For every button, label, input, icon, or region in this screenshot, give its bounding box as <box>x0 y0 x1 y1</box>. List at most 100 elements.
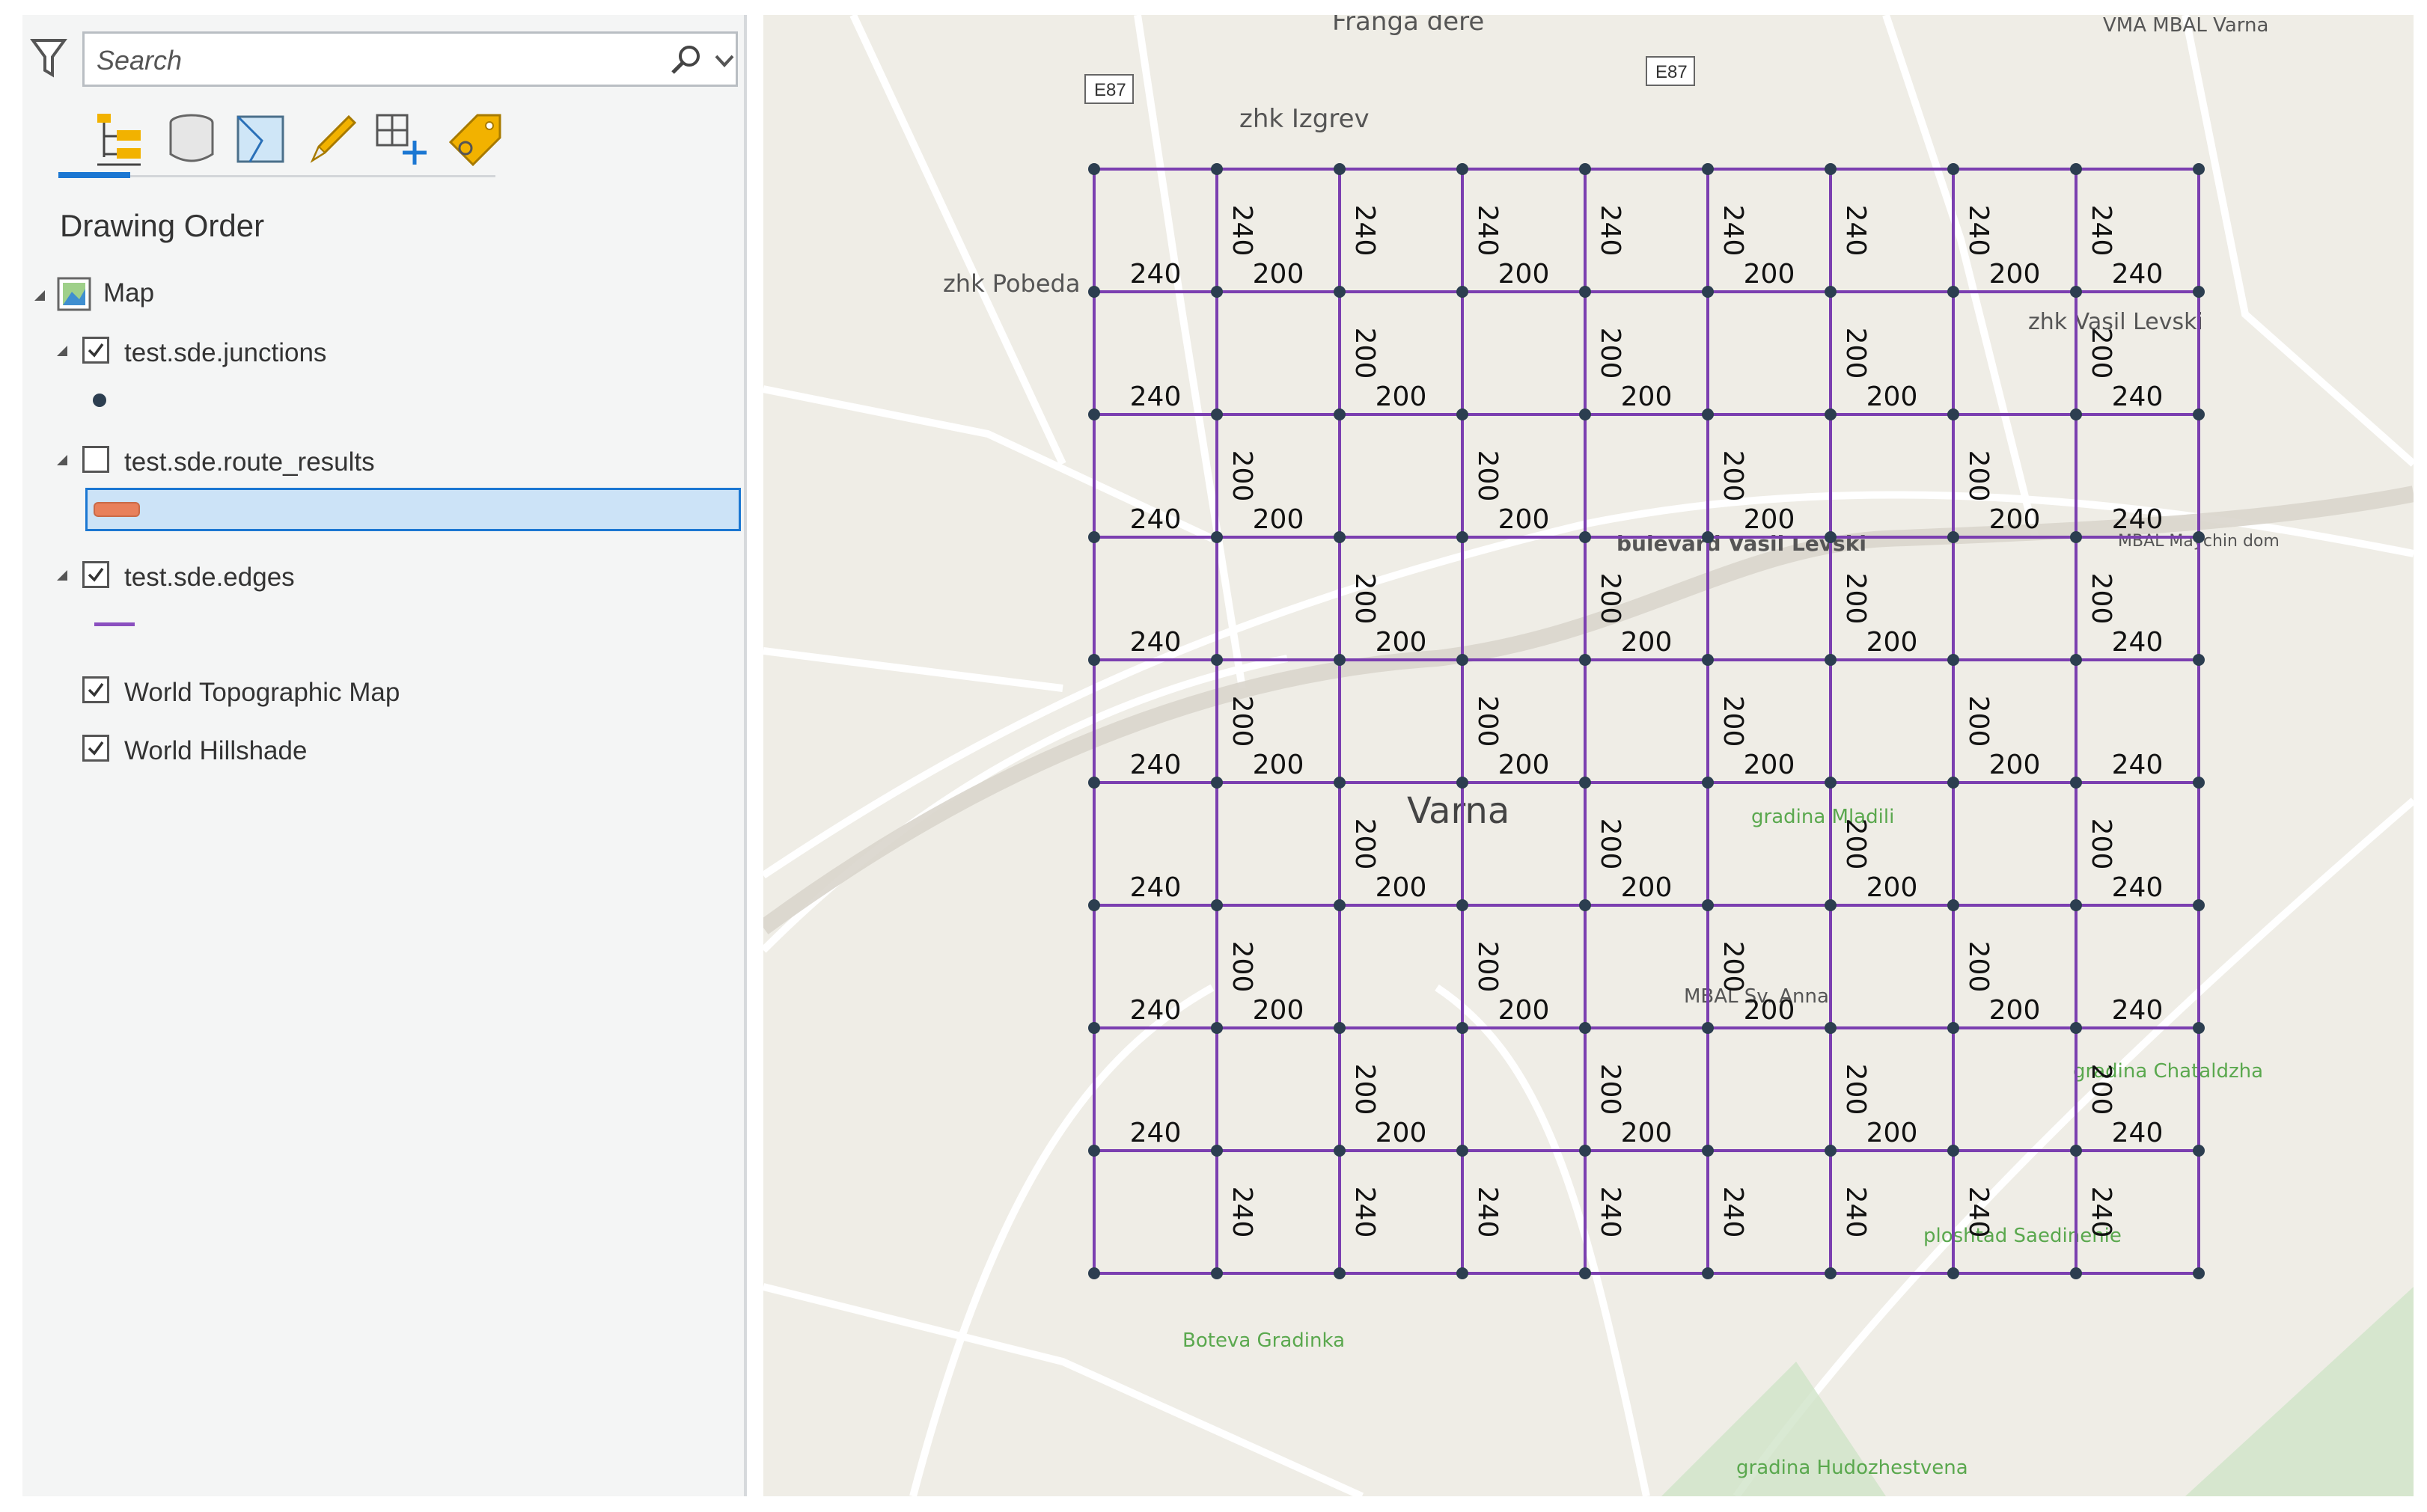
snapping-icon[interactable] <box>373 111 430 168</box>
junction-point[interactable] <box>1702 163 1714 175</box>
junction-point[interactable] <box>1947 408 1959 420</box>
junction-point[interactable] <box>1947 1145 1959 1157</box>
junction-point[interactable] <box>1334 531 1346 543</box>
collapse-triangle-icon[interactable] <box>54 567 70 584</box>
junction-point[interactable] <box>1088 408 1100 420</box>
junction-point[interactable] <box>1947 286 1959 298</box>
search-input[interactable] <box>95 41 622 80</box>
junction-point[interactable] <box>1702 531 1714 543</box>
junction-point[interactable] <box>1211 1022 1223 1034</box>
junction-point[interactable] <box>2070 1267 2082 1279</box>
junction-point[interactable] <box>1825 531 1837 543</box>
junction-point[interactable] <box>2193 531 2205 543</box>
tree-row-map[interactable]: Map <box>22 269 696 314</box>
junction-point[interactable] <box>1456 163 1468 175</box>
collapse-triangle-icon[interactable] <box>31 287 48 304</box>
junction-point[interactable] <box>1211 899 1223 911</box>
junction-point[interactable] <box>2193 1145 2205 1157</box>
junction-point[interactable] <box>1211 286 1223 298</box>
layer-row-route-results[interactable]: test.sde.route_results <box>22 438 696 483</box>
junction-point[interactable] <box>2070 408 2082 420</box>
junction-point[interactable] <box>1211 531 1223 543</box>
junction-point[interactable] <box>2070 1145 2082 1157</box>
junction-point[interactable] <box>1211 654 1223 666</box>
junction-point[interactable] <box>1334 654 1346 666</box>
chevron-down-icon[interactable] <box>712 46 737 76</box>
junction-point[interactable] <box>1825 1022 1837 1034</box>
junction-point[interactable] <box>1702 1267 1714 1279</box>
junction-point[interactable] <box>1825 163 1837 175</box>
junction-point[interactable] <box>1088 654 1100 666</box>
junction-point[interactable] <box>2070 1022 2082 1034</box>
junction-point[interactable] <box>2193 654 2205 666</box>
layer-visibility-checkbox[interactable] <box>82 446 109 473</box>
junction-point[interactable] <box>1947 1267 1959 1279</box>
route-symbol-row[interactable] <box>85 488 741 531</box>
junction-point[interactable] <box>1947 163 1959 175</box>
junction-point[interactable] <box>1456 1267 1468 1279</box>
junction-point[interactable] <box>1947 654 1959 666</box>
junction-point[interactable] <box>1579 408 1591 420</box>
collapse-triangle-icon[interactable] <box>54 452 70 468</box>
junction-point[interactable] <box>1334 1145 1346 1157</box>
junction-point[interactable] <box>2193 1022 2205 1034</box>
layer-row-edges[interactable]: test.sde.edges <box>22 554 696 599</box>
junction-point[interactable] <box>2193 163 2205 175</box>
junction-point[interactable] <box>1579 654 1591 666</box>
layer-row-topographic[interactable]: World Topographic Map <box>22 669 696 714</box>
junction-point[interactable] <box>1334 1267 1346 1279</box>
junction-point[interactable] <box>1334 286 1346 298</box>
junction-point[interactable] <box>1456 899 1468 911</box>
junction-point[interactable] <box>2193 899 2205 911</box>
junction-point[interactable] <box>1211 408 1223 420</box>
junction-point[interactable] <box>1456 531 1468 543</box>
junction-point[interactable] <box>1702 408 1714 420</box>
junction-point[interactable] <box>2070 531 2082 543</box>
filter-icon[interactable] <box>30 36 67 81</box>
layer-visibility-checkbox[interactable] <box>82 735 109 762</box>
junction-point[interactable] <box>1947 1022 1959 1034</box>
junction-point[interactable] <box>1702 1022 1714 1034</box>
junction-point[interactable] <box>1456 1145 1468 1157</box>
junction-point[interactable] <box>1947 531 1959 543</box>
junction-point[interactable] <box>1334 1022 1346 1034</box>
layer-visibility-checkbox[interactable] <box>82 676 109 703</box>
junction-point[interactable] <box>1825 1145 1837 1157</box>
junction-point[interactable] <box>1579 777 1591 789</box>
junction-point[interactable] <box>1702 654 1714 666</box>
junction-point[interactable] <box>2070 286 2082 298</box>
junction-point[interactable] <box>1088 899 1100 911</box>
junction-point[interactable] <box>1334 163 1346 175</box>
junction-point[interactable] <box>1456 408 1468 420</box>
junction-point[interactable] <box>1088 286 1100 298</box>
junction-point[interactable] <box>2193 286 2205 298</box>
junction-point[interactable] <box>1211 777 1223 789</box>
junction-point[interactable] <box>1702 777 1714 789</box>
junction-point[interactable] <box>1088 1267 1100 1279</box>
layer-row-junctions[interactable]: test.sde.junctions <box>22 329 696 374</box>
map-view[interactable]: Franga dere VMA MBAL Varna zhk Izgrev zh… <box>763 15 2414 1496</box>
data-source-icon[interactable] <box>163 111 220 168</box>
junction-point[interactable] <box>1456 654 1468 666</box>
junction-point[interactable] <box>1088 1022 1100 1034</box>
junction-point[interactable] <box>1825 1267 1837 1279</box>
junction-point[interactable] <box>1825 408 1837 420</box>
junction-point[interactable] <box>1456 777 1468 789</box>
junction-point[interactable] <box>1825 899 1837 911</box>
junction-point[interactable] <box>2193 408 2205 420</box>
junction-point[interactable] <box>1088 777 1100 789</box>
junction-point[interactable] <box>1579 163 1591 175</box>
layer-row-hillshade[interactable]: World Hillshade <box>22 727 696 772</box>
junction-point[interactable] <box>1825 286 1837 298</box>
junction-point[interactable] <box>2070 777 2082 789</box>
junction-point[interactable] <box>1702 1145 1714 1157</box>
pencil-icon[interactable] <box>304 111 361 168</box>
junction-point[interactable] <box>2070 163 2082 175</box>
junction-point[interactable] <box>1702 899 1714 911</box>
map-canvas[interactable]: Franga dere VMA MBAL Varna zhk Izgrev zh… <box>763 15 2414 1496</box>
junction-point[interactable] <box>1825 654 1837 666</box>
layer-visibility-checkbox[interactable] <box>82 561 109 588</box>
selection-icon[interactable] <box>232 111 289 168</box>
junction-point[interactable] <box>1088 163 1100 175</box>
junction-point[interactable] <box>1334 899 1346 911</box>
